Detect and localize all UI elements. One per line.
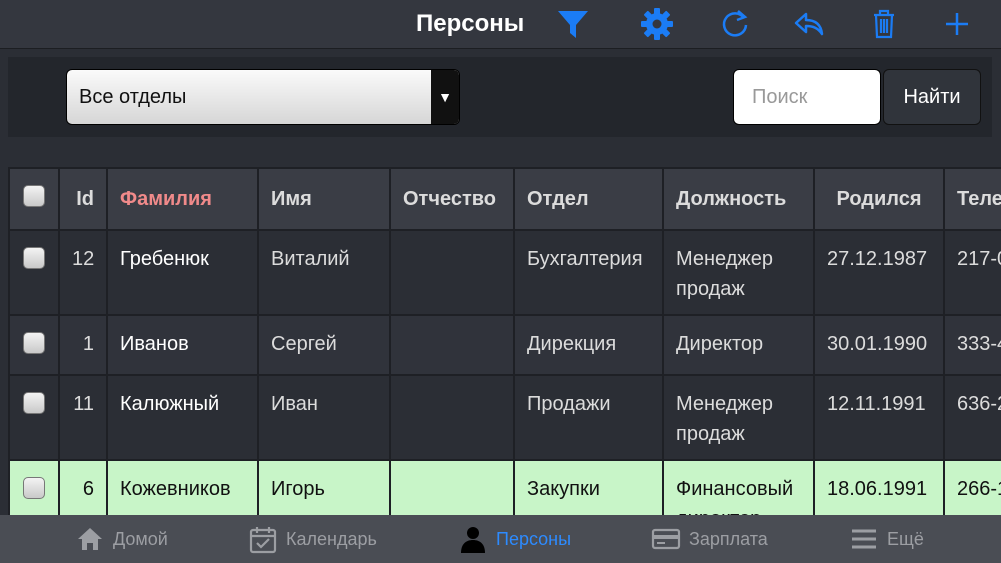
tab-home-label: Домой (113, 528, 168, 549)
column-header-department[interactable]: Отдел (513, 167, 664, 231)
reply-icon[interactable] (791, 6, 827, 42)
tab-more[interactable]: Ещё (849, 515, 924, 563)
row-checkbox[interactable] (23, 477, 45, 499)
cell-phone: 217-0 (943, 229, 1001, 316)
table-row-selected[interactable]: 6 Кожевников Игорь Закупки Финансовый ди… (8, 459, 1001, 515)
cell-position: Менеджер продаж (662, 229, 815, 316)
cell-position: Менеджер продаж (662, 374, 815, 461)
menu-icon (852, 529, 876, 549)
cell-phone: 266-1 (943, 459, 1001, 515)
refresh-icon[interactable] (717, 6, 753, 42)
cell-id: 6 (58, 459, 108, 515)
cell-last-name: Иванов (106, 314, 259, 376)
person-icon (461, 527, 485, 553)
column-header-last-name[interactable]: Фамилия (106, 167, 259, 231)
cell-phone: 333-4 (943, 314, 1001, 376)
card-icon (651, 528, 681, 550)
filter-icon[interactable] (555, 6, 591, 42)
dropdown-arrow-icon[interactable]: ▼ (431, 70, 459, 124)
department-select[interactable]: Все отделы ▼ (66, 69, 460, 125)
cell-id: 11 (58, 374, 108, 461)
cell-last-name: Кожевников (106, 459, 259, 515)
row-checkbox[interactable] (23, 332, 45, 354)
find-button[interactable]: Найти (883, 69, 981, 125)
cell-first-name: Виталий (257, 229, 391, 316)
select-all-checkbox[interactable] (23, 185, 45, 207)
cell-middle-name (389, 229, 515, 316)
add-icon[interactable] (939, 6, 975, 42)
cell-id: 1 (58, 314, 108, 376)
cell-middle-name (389, 314, 515, 376)
tab-salary-label: Зарплата (689, 528, 768, 549)
cell-born: 30.01.1990 (813, 314, 945, 376)
column-header-born[interactable]: Родился (813, 167, 945, 231)
cell-position: Директор (662, 314, 815, 376)
column-header-first-name[interactable]: Имя (257, 167, 391, 231)
table-row[interactable]: 1 Иванов Сергей Дирекция Директор 30.01.… (8, 314, 1001, 376)
row-checkbox-cell (8, 229, 60, 316)
department-select-value: Все отделы (79, 86, 187, 108)
row-checkbox[interactable] (23, 247, 45, 269)
table-row[interactable]: 11 Калюжный Иван Продажи Менеджер продаж… (8, 374, 1001, 461)
row-checkbox-cell (8, 374, 60, 461)
cell-first-name: Игорь (257, 459, 391, 515)
column-header-id[interactable]: Id (58, 167, 108, 231)
column-header-phone[interactable]: Теле (943, 167, 1001, 231)
cell-first-name: Сергей (257, 314, 391, 376)
cell-department: Продажи (513, 374, 664, 461)
cell-middle-name (389, 374, 515, 461)
table-row[interactable]: 12 Гребенюк Виталий Бухгалтерия Менеджер… (8, 229, 1001, 316)
cell-last-name: Калюжный (106, 374, 259, 461)
tab-calendar[interactable]: Календарь (248, 515, 377, 563)
cell-department: Закупки (513, 459, 664, 515)
tab-persons-label: Персоны (496, 528, 572, 549)
cell-born: 12.11.1991 (813, 374, 945, 461)
row-checkbox[interactable] (23, 392, 45, 414)
select-all-cell (8, 167, 60, 231)
home-icon (78, 528, 102, 550)
search-input[interactable] (733, 69, 881, 125)
cell-department: Бухгалтерия (513, 229, 664, 316)
top-bar: Персоны (0, 0, 1001, 49)
calendar-icon (249, 527, 277, 554)
filter-bar: Все отделы ▼ Найти (8, 57, 992, 137)
cell-middle-name (389, 459, 515, 515)
table-header-row: Id Фамилия Имя Отчество Отдел Должность … (8, 167, 1001, 231)
settings-icon[interactable] (639, 6, 675, 42)
column-header-position[interactable]: Должность (662, 167, 815, 231)
cell-first-name: Иван (257, 374, 391, 461)
cell-born: 18.06.1991 (813, 459, 945, 515)
tab-more-label: Ещё (887, 528, 924, 549)
cell-born: 27.12.1987 (813, 229, 945, 316)
trash-icon[interactable] (866, 6, 902, 42)
tab-calendar-label: Календарь (286, 528, 377, 549)
cell-phone: 636-2 (943, 374, 1001, 461)
tab-home[interactable]: Домой (75, 515, 168, 563)
tab-persons[interactable]: Персоны (458, 515, 571, 563)
persons-table: Id Фамилия Имя Отчество Отдел Должность … (8, 167, 1001, 515)
cell-id: 12 (58, 229, 108, 316)
tab-bar: Домой Календарь Персоны Зарплата Ещё (0, 515, 1001, 563)
row-checkbox-cell (8, 459, 60, 515)
cell-department: Дирекция (513, 314, 664, 376)
tab-salary[interactable]: Зарплата (651, 515, 768, 563)
page-title: Персоны (416, 10, 525, 37)
column-header-middle-name[interactable]: Отчество (389, 167, 515, 231)
row-checkbox-cell (8, 314, 60, 376)
cell-position: Финансовый директор (662, 459, 815, 515)
cell-last-name: Гребенюк (106, 229, 259, 316)
